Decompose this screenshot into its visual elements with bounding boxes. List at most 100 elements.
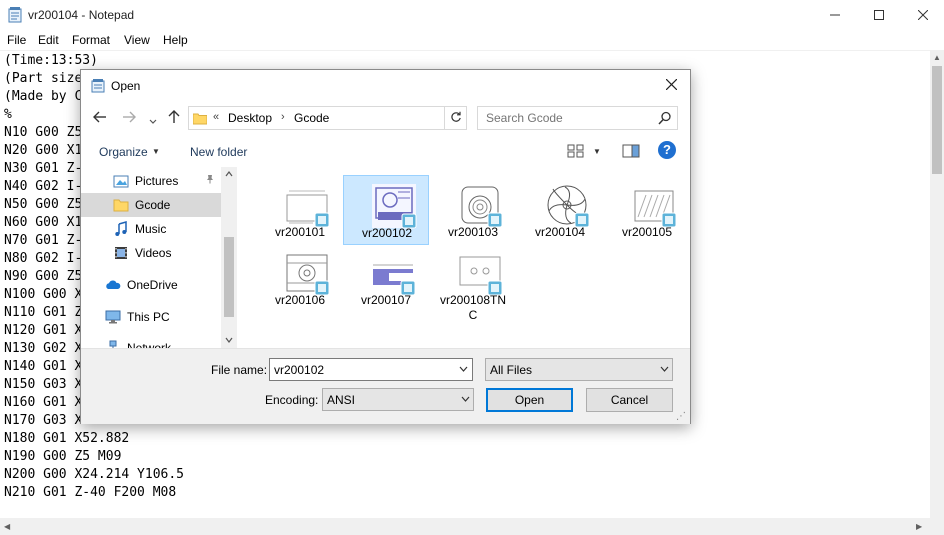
nav-scroll-down-icon[interactable]	[225, 337, 233, 343]
text-line: N40 G02 I-	[4, 179, 83, 194]
open-button[interactable]: Open	[486, 388, 573, 412]
dialog-footer: File name: All Files Encoding: ANSI Open…	[81, 348, 690, 424]
menu-edit[interactable]: Edit	[38, 33, 59, 47]
breadcrumb-separator-icon[interactable]: ›	[281, 111, 285, 123]
search-input[interactable]	[479, 108, 649, 128]
notepad-icon	[91, 79, 105, 93]
recent-locations-chevron-icon[interactable]	[149, 112, 157, 128]
organize-button[interactable]: Organize	[99, 145, 148, 159]
menu-help[interactable]: Help	[163, 33, 188, 47]
file-item[interactable]: vr200101	[257, 175, 343, 245]
organize-chevron-icon[interactable]: ▼	[152, 147, 160, 156]
dialog-title: Open	[111, 79, 141, 93]
menu-file[interactable]: File	[7, 33, 26, 47]
navigation-scrollbar[interactable]	[221, 167, 237, 348]
breadcrumb-gcode[interactable]: Gcode	[294, 111, 329, 125]
scroll-up-icon[interactable]: ▲	[933, 53, 941, 62]
minimize-button[interactable]	[812, 0, 858, 30]
encoding-dropdown-icon[interactable]	[461, 394, 470, 404]
nav-item-gcode[interactable]: Gcode	[81, 193, 221, 217]
file-item[interactable]: vr200102	[343, 175, 429, 245]
text-line: N120 G01 X	[4, 323, 83, 338]
dialog-toolbar: Organize ▼ New folder ▼ ?	[81, 139, 690, 165]
file-item[interactable]: vr200106	[257, 243, 343, 313]
file-item[interactable]: vr200104	[517, 175, 603, 245]
file-thumbnail-icon	[545, 183, 590, 228]
nav-scroll-up-icon[interactable]	[225, 171, 233, 177]
text-line: N10 G00 Z5	[4, 125, 83, 140]
nav-item-pictures[interactable]: Pictures	[81, 169, 221, 193]
text-line: N70 G01 Z-	[4, 233, 83, 248]
search-box[interactable]	[477, 106, 678, 130]
scroll-left-icon[interactable]: ◀	[4, 522, 10, 531]
close-button[interactable]	[900, 0, 944, 30]
file-name-combo[interactable]	[269, 358, 473, 381]
encoding-select[interactable]: ANSI	[322, 388, 474, 411]
maximize-button[interactable]	[856, 0, 902, 30]
breadcrumb-desktop[interactable]: Desktop	[228, 111, 272, 125]
file-item[interactable]: vr200103	[430, 175, 516, 245]
vertical-scrollbar[interactable]: ▲	[930, 50, 944, 518]
encoding-label: Encoding:	[265, 393, 319, 407]
help-icon[interactable]: ?	[658, 141, 676, 159]
forward-arrow-icon[interactable]	[122, 110, 136, 126]
text-line: N110 G01 Z	[4, 305, 83, 320]
text-line: (Time:13:53)	[4, 53, 98, 68]
view-options-icon[interactable]	[567, 143, 585, 159]
maximize-icon	[874, 10, 884, 20]
address-overflow[interactable]: «	[213, 111, 219, 123]
text-line: N210 G01 Z-40 F200 M08	[4, 485, 177, 500]
cancel-button[interactable]: Cancel	[586, 388, 673, 412]
file-name-label: vr200106	[274, 293, 326, 307]
text-line: N90 G00 Z5	[4, 269, 83, 284]
text-line: N60 G00 X1	[4, 215, 83, 230]
folder-icon	[113, 197, 129, 213]
nav-item-label: Pictures	[135, 174, 179, 188]
text-line: N30 G01 Z-	[4, 161, 83, 176]
close-icon	[665, 78, 677, 91]
resize-grip-icon[interactable]: ⋰	[676, 411, 686, 422]
up-arrow-icon[interactable]	[168, 110, 180, 127]
scroll-corner	[930, 518, 944, 535]
nav-item-videos[interactable]: Videos	[81, 241, 221, 265]
nav-item-label: OneDrive	[127, 278, 178, 292]
nav-item-music[interactable]: Music	[81, 217, 221, 241]
nav-item-network[interactable]: Network	[81, 336, 221, 348]
menu-format[interactable]: Format	[72, 33, 110, 47]
preview-pane-icon[interactable]	[622, 143, 640, 159]
file-thumbnail-icon	[285, 183, 330, 228]
file-thumbnail-icon	[632, 183, 677, 228]
menu-view[interactable]: View	[124, 33, 150, 47]
file-name-dropdown-icon[interactable]	[459, 364, 468, 374]
text-line: N100 G00 X	[4, 287, 83, 302]
file-name-input[interactable]	[270, 359, 450, 380]
file-thumbnail-icon	[371, 251, 416, 296]
search-icon[interactable]	[658, 111, 672, 125]
menu-bar: File Edit Format View Help	[0, 30, 944, 50]
nav-item-this-pc[interactable]: This PC	[81, 305, 221, 329]
text-line: N20 G00 X1	[4, 143, 83, 158]
scroll-right-icon[interactable]: ▶	[916, 522, 922, 531]
file-thumbnail-icon	[285, 251, 330, 296]
file-type-select[interactable]: All Files	[485, 358, 673, 381]
folder-icon	[193, 113, 207, 125]
file-thumbnail-icon	[372, 184, 417, 229]
dialog-close-button[interactable]	[661, 76, 681, 96]
view-chevron-icon[interactable]: ▼	[593, 147, 601, 156]
pin-icon[interactable]	[205, 174, 215, 187]
text-line: N190 G00 Z5 M09	[4, 449, 122, 464]
address-bar[interactable]: « Desktop › Gcode	[188, 106, 520, 130]
refresh-button[interactable]	[444, 106, 466, 130]
horizontal-scrollbar[interactable]: ◀ ▶	[0, 518, 930, 535]
new-folder-button[interactable]: New folder	[190, 145, 247, 159]
scroll-thumb[interactable]	[932, 66, 942, 174]
nav-item-onedrive[interactable]: OneDrive	[81, 273, 221, 297]
videos-icon	[113, 245, 129, 261]
file-item[interactable]: vr200108TNC	[430, 243, 516, 322]
file-item[interactable]: vr200105	[604, 175, 690, 245]
nav-scroll-thumb[interactable]	[224, 237, 234, 317]
back-arrow-icon[interactable]	[93, 110, 107, 126]
file-type-dropdown-icon[interactable]	[660, 364, 669, 374]
nav-item-label: Music	[135, 222, 167, 236]
file-item[interactable]: vr200107	[343, 243, 429, 313]
